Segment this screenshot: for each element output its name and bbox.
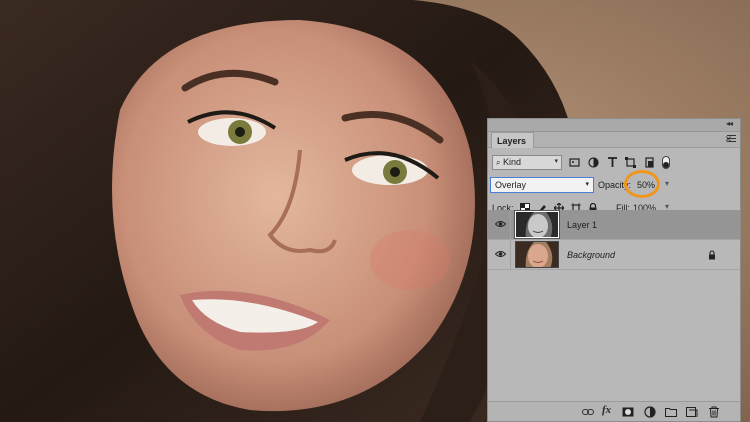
- eye-icon[interactable]: [495, 220, 506, 228]
- filter-toggle-icon[interactable]: [662, 156, 670, 169]
- layer-name[interactable]: Background: [567, 250, 615, 260]
- lock-icon[interactable]: [708, 250, 716, 260]
- pixel-filter-icon[interactable]: [569, 157, 580, 168]
- blend-mode-select[interactable]: Overlay ▾: [490, 177, 594, 193]
- double-chevron-icon[interactable]: ◂◂: [726, 119, 733, 128]
- fx-icon[interactable]: fx: [602, 404, 614, 416]
- new-layer-icon[interactable]: [686, 406, 698, 418]
- filter-kind-select[interactable]: ⌕ Kind ▾: [492, 155, 562, 170]
- trash-icon[interactable]: [708, 406, 720, 418]
- layer-filter-row: ⌕ Kind ▾: [488, 152, 740, 176]
- blend-mode-value: Overlay: [495, 180, 527, 190]
- layer-thumbnail: [514, 210, 560, 239]
- opacity-highlight-circle: [624, 170, 660, 198]
- filter-kind-label: Kind: [503, 157, 522, 167]
- divider: [510, 240, 511, 270]
- chevron-down-icon[interactable]: ▾: [665, 179, 669, 188]
- smart-object-filter-icon[interactable]: [644, 157, 655, 168]
- adjustment-filter-icon[interactable]: [588, 157, 599, 168]
- link-layers-icon[interactable]: [582, 406, 594, 418]
- mask-icon[interactable]: [622, 406, 634, 418]
- layers-footer-toolbar: fx: [488, 401, 740, 421]
- layer-thumbnail: [515, 241, 559, 268]
- panel-tabstrip: Layers ✕: [488, 132, 740, 148]
- tab-layers[interactable]: Layers: [491, 132, 535, 148]
- blend-opacity-row: Overlay ▾ Opacity: 50% ▾: [488, 170, 740, 198]
- eye-icon[interactable]: [495, 250, 506, 258]
- adjustment-layer-icon[interactable]: [644, 406, 656, 418]
- divider: [510, 210, 511, 240]
- type-filter-icon[interactable]: [607, 157, 618, 168]
- panel-titlebar: ◂◂: [488, 119, 740, 132]
- new-group-icon[interactable]: [665, 406, 677, 418]
- shape-filter-icon[interactable]: [625, 157, 636, 168]
- layer-row[interactable]: Layer 1: [488, 210, 740, 240]
- layer-name[interactable]: Layer 1: [567, 220, 597, 230]
- layer-row[interactable]: Background: [488, 240, 740, 270]
- chevron-down-icon: ▾: [554, 158, 558, 165]
- search-icon: ⌕: [496, 158, 501, 167]
- chevron-down-icon: ▾: [585, 181, 589, 188]
- hamburger-menu-icon[interactable]: [727, 135, 736, 144]
- layers-list: Layer 1 Background: [488, 210, 740, 270]
- layers-panel: ◂◂ Layers ✕ ⌕ Kind ▾ Overlay ▾ Opacity: …: [487, 118, 741, 422]
